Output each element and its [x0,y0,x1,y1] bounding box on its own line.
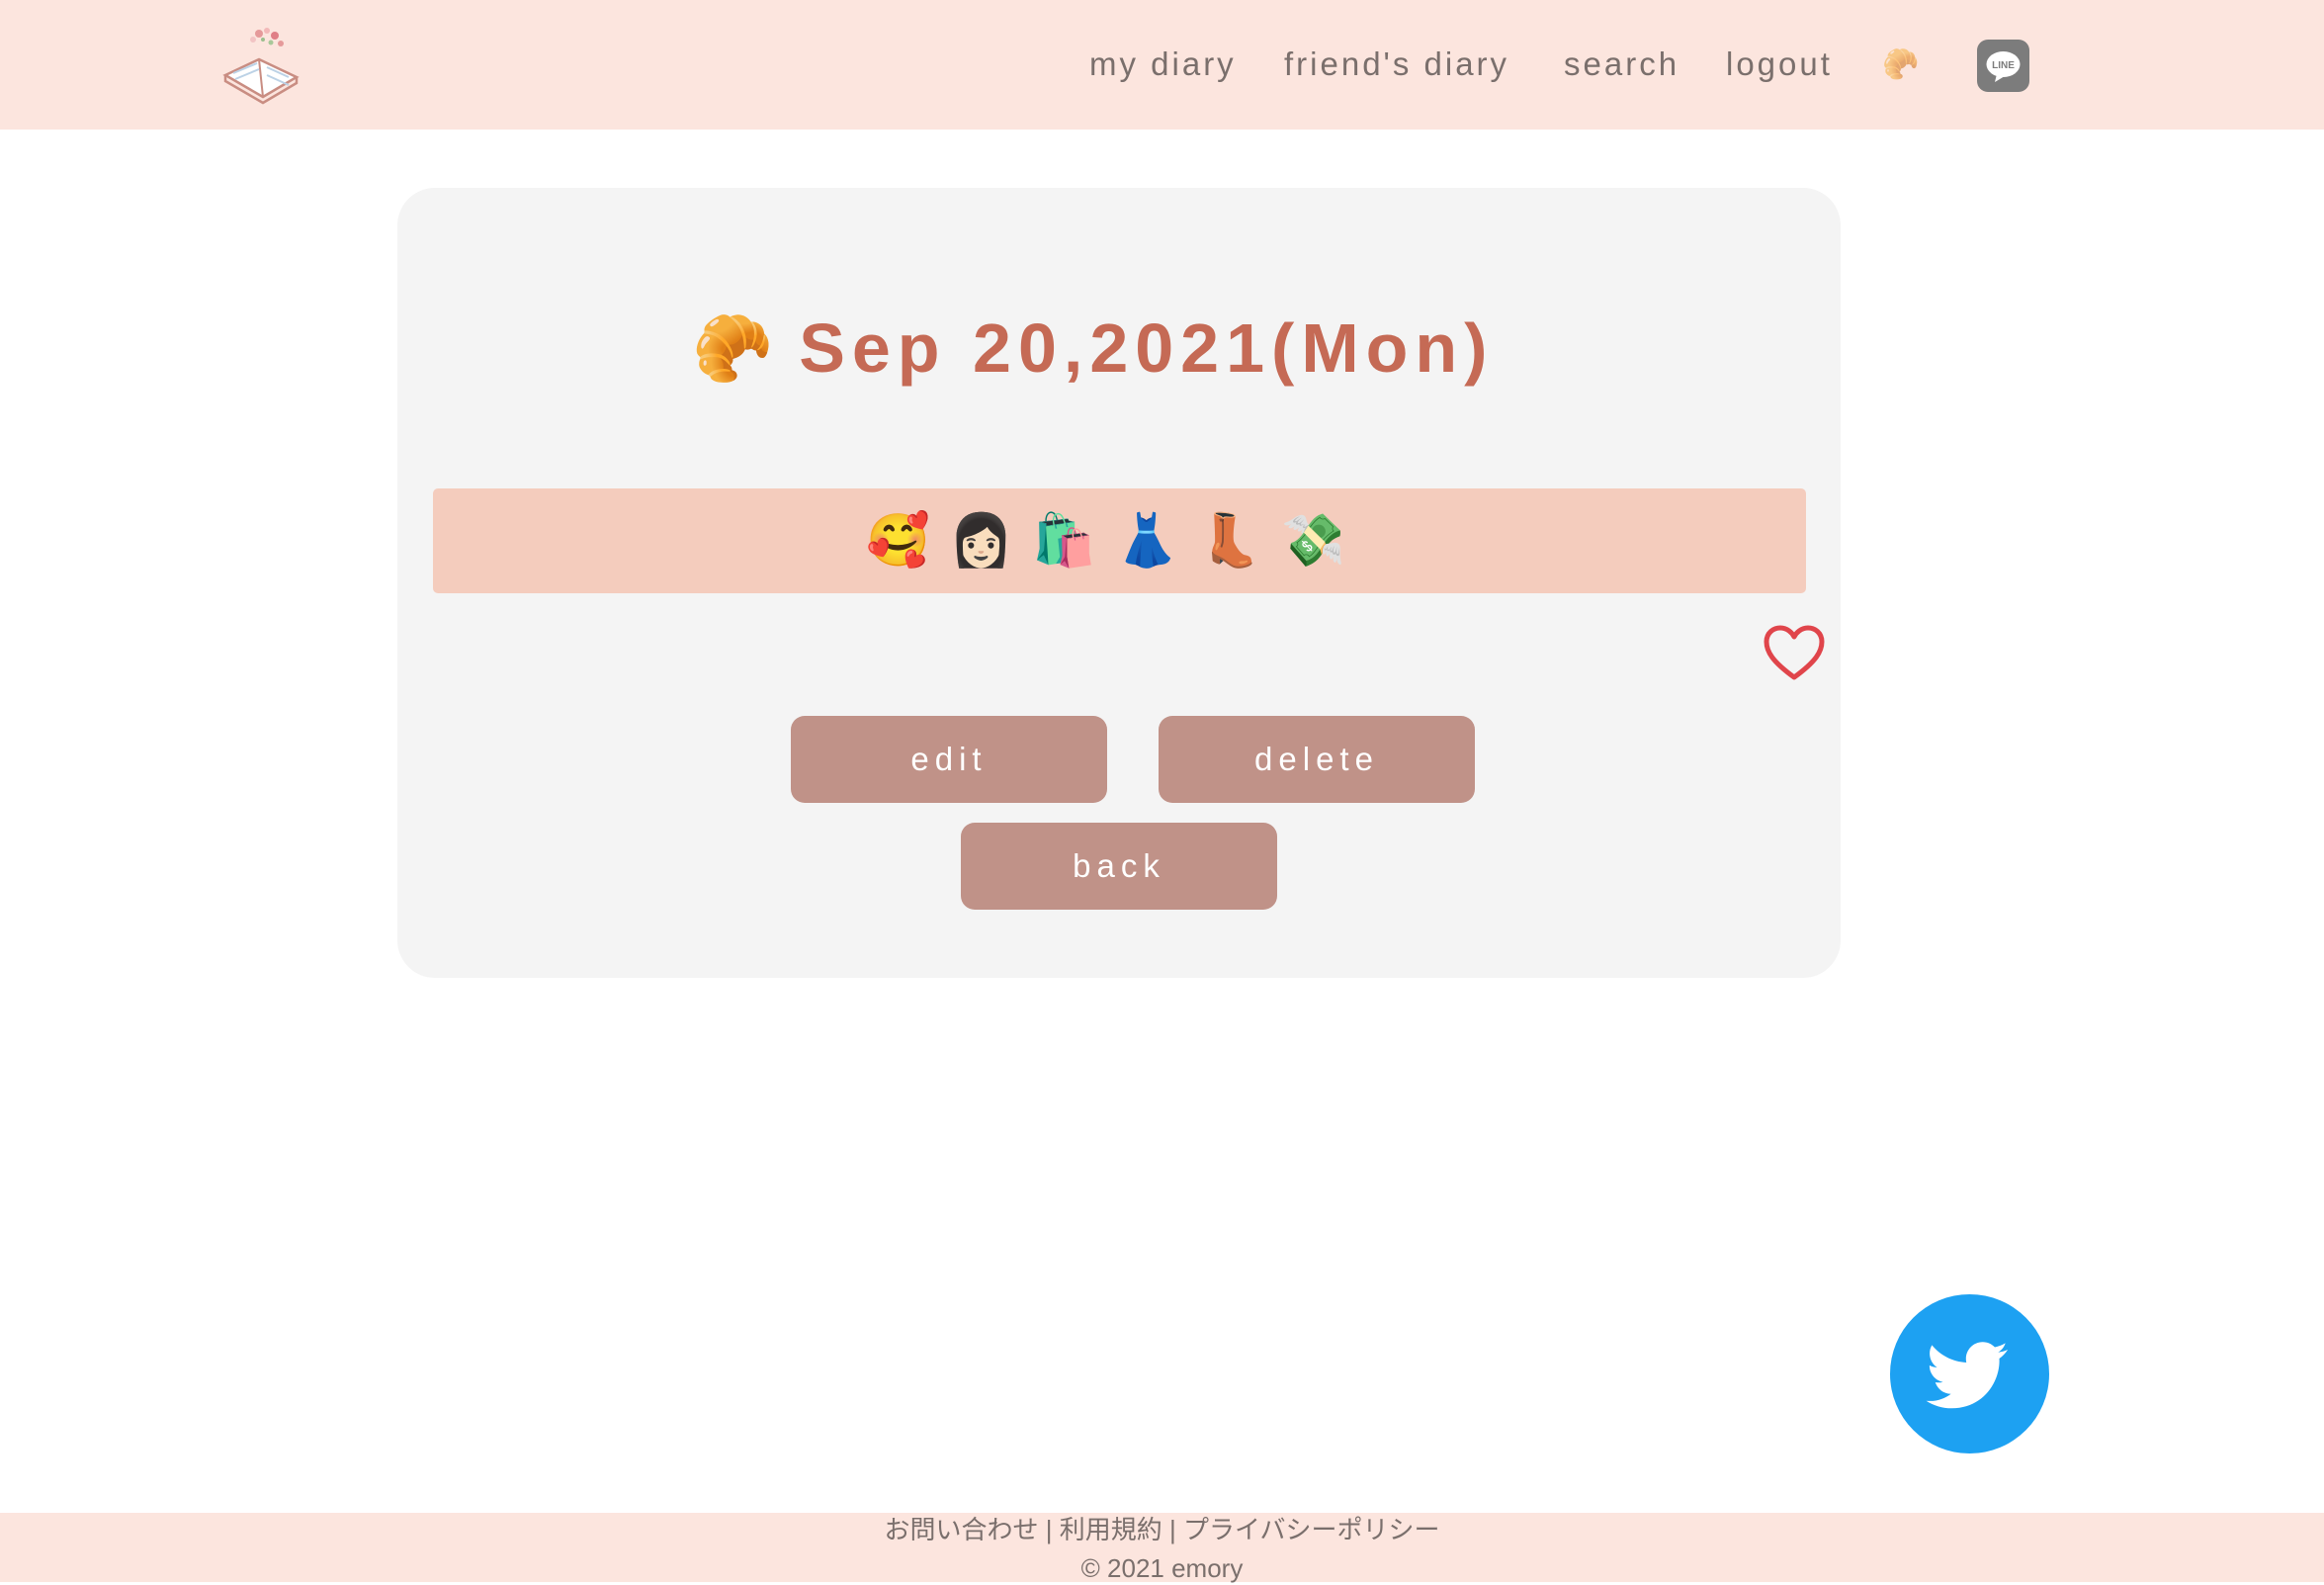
boot-icon: 👢 [1198,512,1262,570]
footer-links: お問い合わせ | 利用規約 | プライバシーポリシー [0,1513,2324,1546]
contact-link[interactable]: お問い合わせ [885,1515,1039,1544]
privacy-policy-link[interactable]: プライバシーポリシー [1183,1515,1439,1544]
line-icon: LINE [1986,51,2021,82]
footer-separator: | [1162,1515,1183,1544]
croissant-icon: 🥐 [692,311,774,385]
entry-title: 🥐 Sep 20,2021(Mon) [692,308,1495,388]
twitter-share-button[interactable] [1890,1294,2049,1453]
nav-my-diary-link[interactable]: my diary [1089,45,1237,83]
open-book-logo-icon[interactable] [219,24,304,107]
nav-friends-diary-link[interactable]: friend's diary [1284,45,1509,83]
edit-button[interactable]: edit [791,716,1107,803]
twitter-bird-icon [1926,1342,2008,1409]
delete-button[interactable]: delete [1159,716,1475,803]
back-button[interactable]: back [961,823,1277,910]
emoji-list: 🥰 👩🏻 🛍️ 👗 👢 💸 [866,511,1364,571]
copyright: © 2021 emory [1080,1553,1244,1583]
nav-logout-link[interactable]: logout [1726,45,1833,83]
line-share-button[interactable]: LINE [1977,40,2029,92]
entry-date: Sep 20,2021(Mon) [799,309,1495,387]
dress-icon: 👗 [1115,512,1179,570]
nav-search-link[interactable]: search [1564,45,1679,83]
terms-link[interactable]: 利用規約 [1060,1515,1162,1544]
money-with-wings-icon: 💸 [1281,512,1345,570]
croissant-icon[interactable]: 🥐 [1882,47,1919,83]
shopping-bags-icon: 🛍️ [1032,512,1096,570]
line-label: LINE [1992,60,2015,71]
smiling-face-with-hearts-icon: 🥰 [866,512,930,570]
woman-icon: 👩🏻 [949,512,1013,570]
footer-separator: | [1038,1515,1060,1544]
like-heart-icon[interactable] [1763,624,1826,681]
